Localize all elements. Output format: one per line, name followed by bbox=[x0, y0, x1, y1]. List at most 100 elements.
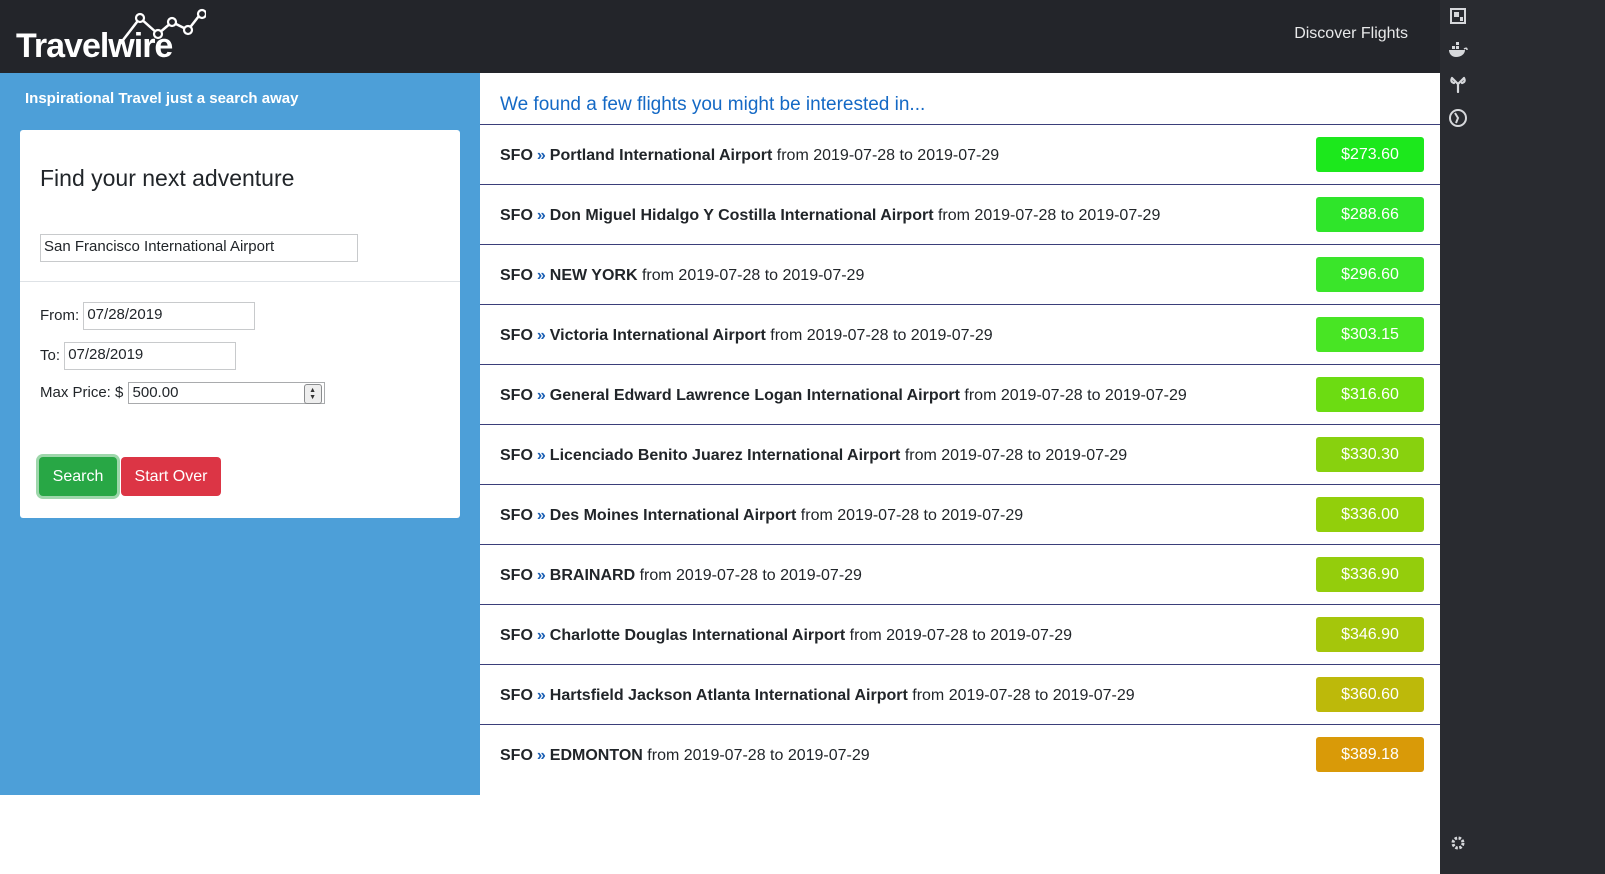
search-panel: Inspirational Travel just a search away … bbox=[0, 73, 480, 795]
chevron-right-icon: » bbox=[536, 447, 546, 464]
gear-icon[interactable] bbox=[1447, 832, 1469, 854]
top-navbar: Travelwire Discover Flights bbox=[0, 0, 1440, 73]
chevron-right-icon: » bbox=[536, 627, 546, 644]
stepper-down-icon[interactable]: ▼ bbox=[309, 394, 316, 401]
price-badge[interactable]: $389.18 bbox=[1316, 737, 1424, 772]
start-over-button[interactable]: Start Over bbox=[121, 457, 221, 496]
chevron-right-icon: » bbox=[536, 567, 546, 584]
price-badge[interactable]: $360.60 bbox=[1316, 677, 1424, 712]
date-range: from 2019-07-28 to 2019-07-29 bbox=[770, 327, 993, 344]
price-badge[interactable]: $336.00 bbox=[1316, 497, 1424, 532]
destination-name: Des Moines International Airport bbox=[549, 507, 797, 524]
price-badge[interactable]: $330.30 bbox=[1316, 437, 1424, 472]
search-button[interactable]: Search bbox=[39, 457, 117, 496]
price-badge[interactable]: $336.90 bbox=[1316, 557, 1424, 592]
origin-code: SFO bbox=[500, 147, 533, 164]
destination-name: Licenciado Benito Juarez International A… bbox=[549, 447, 901, 464]
date-range: from 2019-07-28 to 2019-07-29 bbox=[904, 447, 1128, 464]
price-stepper[interactable]: ▲ ▼ bbox=[303, 384, 322, 404]
stepper-up-icon[interactable]: ▲ bbox=[309, 387, 316, 394]
docker-icon[interactable] bbox=[1447, 39, 1469, 61]
date-range: from 2019-07-28 to 2019-07-29 bbox=[912, 687, 1135, 704]
flight-result-row[interactable]: SFO» EDMONTON from 2019-07-28 to 2019-07-… bbox=[480, 724, 1440, 785]
flight-result-row[interactable]: SFO» BRAINARD from 2019-07-28 to 2019-07-… bbox=[480, 544, 1440, 605]
date-range: from 2019-07-28 to 2019-07-29 bbox=[849, 627, 1073, 644]
origin-airport-input[interactable]: San Francisco International Airport bbox=[40, 234, 358, 262]
flight-result-row[interactable]: SFO» Hartsfield Jackson Atlanta Internati… bbox=[480, 664, 1440, 725]
flight-route: SFO» EDMONTON from 2019-07-28 to 2019-07-… bbox=[500, 747, 870, 765]
flight-route: SFO» Hartsfield Jackson Atlanta Internati… bbox=[500, 687, 1135, 705]
chevron-right-icon: » bbox=[536, 147, 546, 164]
destination-name: Don Miguel Hidalgo Y Costilla Internatio… bbox=[549, 207, 934, 224]
origin-code: SFO bbox=[500, 327, 533, 344]
price-badge[interactable]: $273.60 bbox=[1316, 137, 1424, 172]
logo-text: Travelwire bbox=[16, 27, 173, 65]
flight-route: SFO» Licenciado Benito Juarez Internation… bbox=[500, 447, 1127, 465]
destination-name: BRAINARD bbox=[549, 567, 636, 584]
flight-route: SFO» Don Miguel Hidalgo Y Costilla Intern… bbox=[500, 207, 1160, 225]
card-divider bbox=[20, 281, 460, 282]
flight-route: SFO» NEW YORK from 2019-07-28 to 2019-07-… bbox=[500, 267, 864, 285]
destination-name: General Edward Lawrence Logan Internatio… bbox=[549, 387, 960, 404]
to-date-input[interactable]: 07/28/2019 bbox=[64, 342, 237, 370]
flight-result-row[interactable]: SFO» Victoria International Airport from … bbox=[480, 304, 1440, 365]
chevron-right-icon: » bbox=[536, 327, 546, 344]
flight-route: SFO» Victoria International Airport from … bbox=[500, 327, 993, 345]
flight-result-row[interactable]: SFO» General Edward Lawrence Logan Intern… bbox=[480, 364, 1440, 425]
side-toolbar bbox=[1440, 0, 1605, 874]
origin-code: SFO bbox=[500, 507, 533, 524]
origin-code: SFO bbox=[500, 447, 533, 464]
origin-code: SFO bbox=[500, 747, 533, 764]
date-range: from 2019-07-28 to 2019-07-29 bbox=[800, 507, 1024, 524]
clock-icon[interactable] bbox=[1447, 107, 1469, 129]
travelwire-logo[interactable]: Travelwire bbox=[16, 6, 206, 66]
branch-icon[interactable] bbox=[1447, 73, 1469, 95]
discover-flights-link[interactable]: Discover Flights bbox=[1294, 25, 1408, 43]
from-label: From: bbox=[40, 306, 80, 324]
flight-result-row[interactable]: SFO» Portland International Airport from … bbox=[480, 124, 1440, 185]
destination-name: Charlotte Douglas International Airport bbox=[549, 627, 846, 644]
price-badge[interactable]: $288.66 bbox=[1316, 197, 1424, 232]
price-badge[interactable]: $303.15 bbox=[1316, 317, 1424, 352]
destination-name: Portland International Airport bbox=[549, 147, 773, 164]
origin-code: SFO bbox=[500, 267, 533, 284]
origin-code: SFO bbox=[500, 207, 533, 224]
date-range: from 2019-07-28 to 2019-07-29 bbox=[641, 267, 865, 284]
chevron-right-icon: » bbox=[536, 747, 546, 764]
date-range: from 2019-07-28 to 2019-07-29 bbox=[937, 207, 1161, 224]
chevron-right-icon: » bbox=[536, 207, 546, 224]
chevron-right-icon: » bbox=[536, 507, 546, 524]
flight-result-row[interactable]: SFO» Des Moines International Airport fro… bbox=[480, 484, 1440, 545]
price-badge[interactable]: $316.60 bbox=[1316, 377, 1424, 412]
results-panel: We found a few flights you might be inte… bbox=[480, 73, 1440, 795]
to-field: To: 07/28/2019 bbox=[40, 342, 237, 370]
flight-route: SFO» Des Moines International Airport fro… bbox=[500, 507, 1023, 525]
from-date-input[interactable]: 07/28/2019 bbox=[83, 302, 256, 330]
date-range: from 2019-07-28 to 2019-07-29 bbox=[639, 567, 862, 584]
flight-result-row[interactable]: SFO» Licenciado Benito Juarez Internation… bbox=[480, 424, 1440, 485]
origin-code: SFO bbox=[500, 627, 533, 644]
flight-route: SFO» Portland International Airport from … bbox=[500, 147, 999, 165]
max-price-input[interactable]: 500.00 ▲ ▼ bbox=[127, 382, 325, 404]
chevron-right-icon: » bbox=[536, 387, 546, 404]
app-frame-icon[interactable] bbox=[1447, 5, 1469, 27]
max-price-field: Max Price: $ 500.00 ▲ ▼ bbox=[40, 382, 325, 404]
search-card: Find your next adventure San Francisco I… bbox=[20, 130, 460, 518]
flight-result-row[interactable]: SFO» Charlotte Douglas International Airp… bbox=[480, 604, 1440, 665]
destination-name: EDMONTON bbox=[549, 747, 643, 764]
flight-route: SFO» Charlotte Douglas International Airp… bbox=[500, 627, 1072, 645]
flight-result-row[interactable]: SFO» Don Miguel Hidalgo Y Costilla Intern… bbox=[480, 184, 1440, 245]
max-price-value: 500.00 bbox=[132, 384, 179, 401]
flight-route: SFO» BRAINARD from 2019-07-28 to 2019-07-… bbox=[500, 567, 862, 585]
price-badge[interactable]: $296.60 bbox=[1316, 257, 1424, 292]
to-label: To: bbox=[40, 346, 61, 364]
date-range: from 2019-07-28 to 2019-07-29 bbox=[647, 747, 870, 764]
destination-name: NEW YORK bbox=[549, 267, 638, 284]
destination-name: Hartsfield Jackson Atlanta International… bbox=[549, 687, 908, 704]
chevron-right-icon: » bbox=[536, 687, 546, 704]
date-range: from 2019-07-28 to 2019-07-29 bbox=[964, 387, 1187, 404]
price-badge[interactable]: $346.90 bbox=[1316, 617, 1424, 652]
origin-code: SFO bbox=[500, 687, 533, 704]
from-field: From: 07/28/2019 bbox=[40, 302, 256, 330]
flight-result-row[interactable]: SFO» NEW YORK from 2019-07-28 to 2019-07-… bbox=[480, 244, 1440, 305]
